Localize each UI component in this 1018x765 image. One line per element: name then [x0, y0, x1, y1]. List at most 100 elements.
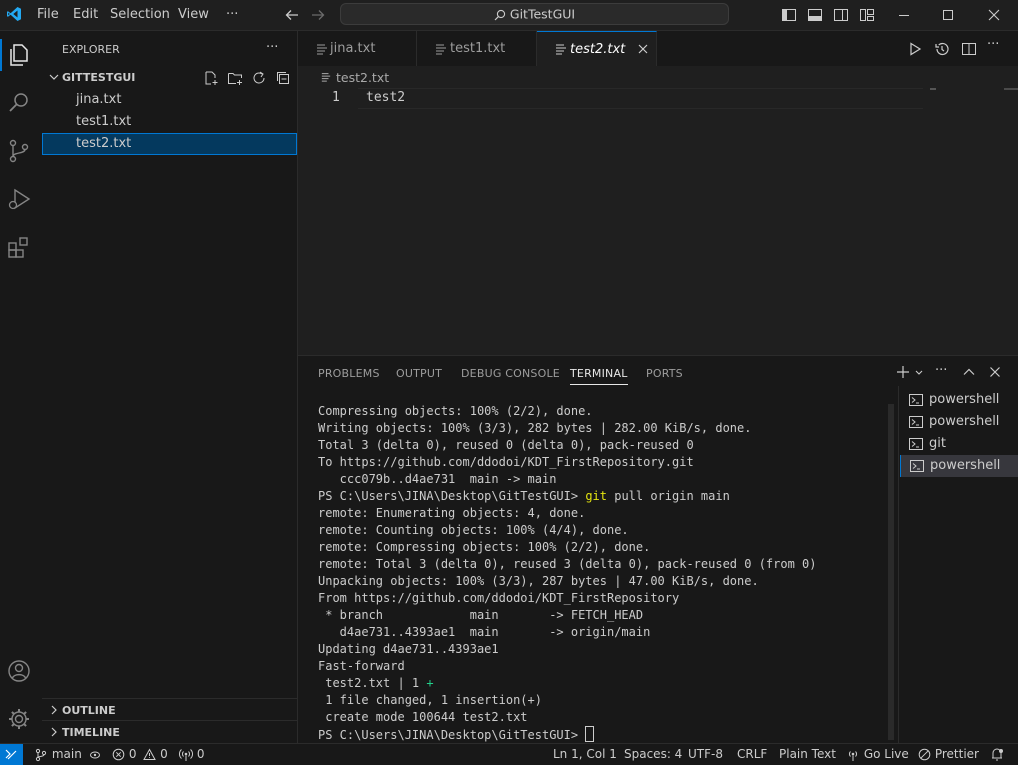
terminal-icon — [909, 415, 923, 429]
panel-more-icon[interactable]: ··· — [935, 363, 947, 378]
divider — [42, 720, 297, 721]
minimize-icon[interactable] — [896, 7, 912, 23]
tab-test1[interactable]: test1.txt — [417, 31, 537, 66]
menu-file[interactable]: File — [37, 0, 59, 30]
prettier-status[interactable]: Prettier — [918, 744, 979, 765]
terminal-name: powershell — [929, 414, 1000, 429]
terminal-cursor[interactable] — [585, 726, 595, 742]
active-indicator — [0, 39, 2, 71]
file-lines-icon — [555, 43, 567, 55]
tab-output[interactable]: OUTPUT — [396, 367, 442, 380]
maximize-icon[interactable] — [940, 7, 956, 23]
maximize-panel-icon[interactable] — [962, 365, 976, 379]
problems-status[interactable]: 0 0 — [112, 744, 168, 765]
sync-icon[interactable] — [88, 748, 102, 762]
menu-view[interactable]: View — [178, 0, 209, 30]
ports-status[interactable]: 0 — [179, 744, 204, 765]
go-live-button[interactable]: Go Live — [846, 744, 909, 765]
customize-layout-icon[interactable] — [859, 7, 875, 23]
new-file-icon[interactable] — [203, 70, 219, 86]
tab-debug-console[interactable]: DEBUG CONSOLE — [461, 367, 560, 380]
remote-indicator[interactable] — [0, 744, 23, 765]
tab-ports[interactable]: PORTS — [646, 367, 683, 380]
terminal-line: test2.txt | 1 + — [318, 675, 893, 692]
cursor-position[interactable]: Ln 1, Col 1 — [553, 744, 617, 765]
breadcrumb[interactable]: test2.txt — [336, 70, 389, 85]
terminal-instance[interactable]: git — [900, 433, 1018, 455]
terminal-line: To https://github.com/ddodoi/KDT_FirstRe… — [318, 455, 694, 469]
toggle-secondary-sidebar-icon[interactable] — [833, 7, 849, 23]
extensions-icon[interactable] — [5, 233, 33, 261]
timeline-section[interactable]: TIMELINE — [62, 726, 120, 739]
warning-icon — [143, 748, 157, 761]
terminal-output[interactable]: Compressing objects: 100% (2/2), done. Wr… — [318, 403, 893, 744]
new-terminal-icon[interactable] — [896, 365, 910, 379]
file-item-test2[interactable]: test2.txt — [42, 133, 297, 155]
tab-test2[interactable]: test2.txt — [537, 31, 657, 67]
sidebar-title: EXPLORER — [62, 43, 120, 56]
close-window-icon[interactable] — [986, 7, 1002, 23]
tab-problems[interactable]: PROBLEMS — [318, 367, 380, 380]
terminal-line: remote: Counting objects: 100% (4/4), do… — [318, 523, 629, 537]
toggle-panel-icon[interactable] — [807, 7, 823, 23]
toggle-primary-sidebar-icon[interactable] — [781, 7, 797, 23]
close-panel-icon[interactable] — [988, 365, 1002, 379]
code-line[interactable]: test2 — [366, 90, 405, 105]
run-debug-icon[interactable] — [5, 185, 33, 213]
terminal-icon — [909, 393, 923, 407]
terminal-name: powershell — [930, 458, 1001, 473]
chevron-right-icon[interactable] — [48, 704, 60, 716]
terminal-line: remote: Enumerating objects: 4, done. — [318, 506, 586, 520]
split-editor-icon[interactable] — [961, 41, 977, 57]
end-of-line[interactable]: CRLF — [737, 744, 767, 765]
terminal-line: * branch main -> FETCH_HEAD — [318, 608, 644, 622]
editor-more-icon[interactable]: ··· — [987, 37, 999, 52]
terminal-instance[interactable]: powershell — [900, 389, 1018, 411]
menu-selection[interactable]: Selection — [110, 0, 170, 30]
tab-jina[interactable]: jina.txt — [298, 31, 417, 66]
accounts-icon[interactable] — [5, 657, 33, 685]
refresh-icon[interactable] — [251, 70, 267, 86]
file-item-test1[interactable]: test1.txt — [42, 111, 297, 133]
terminal-line: d4ae731..4393ae1 main -> origin/main — [318, 625, 651, 639]
history-icon[interactable] — [934, 41, 950, 57]
sidebar-more-icon[interactable]: ··· — [266, 40, 278, 55]
tab-terminal[interactable]: TERMINAL — [570, 367, 628, 385]
search-view-icon[interactable] — [5, 89, 33, 117]
forward-arrow-icon[interactable] — [310, 7, 326, 23]
menu-more[interactable]: ··· — [226, 0, 238, 30]
back-arrow-icon[interactable] — [284, 7, 300, 23]
breadcrumb-file-icon — [321, 72, 331, 82]
file-item-jina[interactable]: jina.txt — [42, 89, 297, 111]
manage-gear-icon[interactable] — [5, 705, 33, 733]
run-file-icon[interactable] — [908, 42, 922, 56]
bottom-panel: PROBLEMS OUTPUT DEBUG CONSOLE TERMINAL P… — [298, 355, 1018, 744]
workspace-folder[interactable]: GITTESTGUI — [62, 71, 135, 84]
language-mode[interactable]: Plain Text — [779, 744, 836, 765]
current-line-highlight — [358, 88, 923, 109]
terminal-instance[interactable]: powershell — [900, 411, 1018, 433]
chevron-down-icon[interactable] — [48, 71, 60, 83]
source-control-icon[interactable] — [5, 137, 33, 165]
new-folder-icon[interactable] — [227, 70, 243, 86]
branch-status[interactable]: main — [34, 744, 102, 765]
terminal-line: Total 3 (delta 0), reused 0 (delta 0), p… — [318, 438, 694, 452]
outline-section[interactable]: OUTLINE — [62, 704, 116, 717]
menu-edit[interactable]: Edit — [73, 0, 98, 30]
terminal-instance[interactable]: powershell — [900, 455, 1018, 477]
explorer-sidebar: EXPLORER ··· GITTESTGUI jina.txt test1.t… — [42, 31, 298, 743]
terminal-scrollbar[interactable] — [888, 404, 894, 740]
chevron-down-icon[interactable] — [914, 368, 924, 378]
explorer-icon[interactable] — [5, 41, 33, 69]
command-center-search[interactable]: GitTestGUI — [340, 3, 729, 25]
collapse-all-icon[interactable] — [275, 70, 291, 86]
editor-tabs: jina.txt test1.txt test2.txt ··· — [298, 31, 1018, 67]
minimap-slider[interactable] — [930, 88, 936, 90]
terminal-name: powershell — [929, 392, 1000, 407]
editor-area[interactable]: test2.txt 1 test2 — [298, 66, 1018, 354]
chevron-right-icon[interactable] — [48, 726, 60, 738]
encoding[interactable]: UTF-8 — [688, 744, 723, 765]
notifications-bell-icon[interactable] — [990, 744, 1004, 765]
close-tab-icon[interactable] — [637, 43, 649, 55]
indentation[interactable]: Spaces: 4 — [624, 744, 682, 765]
